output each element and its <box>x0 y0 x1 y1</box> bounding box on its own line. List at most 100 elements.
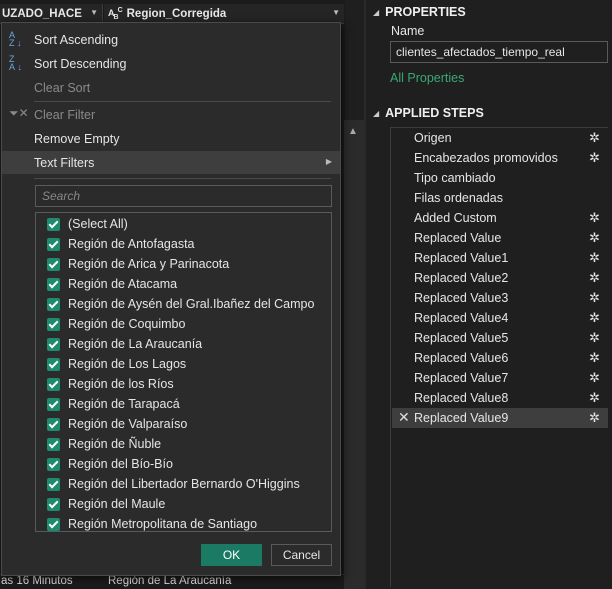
step-item-selected[interactable]: ✕ Replaced Value9 ✲ <box>392 408 608 428</box>
list-item-label: Región de Los Lagos <box>68 357 187 371</box>
gear-icon[interactable]: ✲ <box>589 350 600 366</box>
step-item[interactable]: Replaced Value7 ✲ <box>392 368 608 388</box>
step-item[interactable]: Origen ✲ <box>392 128 608 148</box>
checkbox[interactable] <box>47 297 60 311</box>
column-filter-menu: AZ ↓ Sort Ascending ZA ↓ Sort Descending… <box>1 22 341 576</box>
gear-icon[interactable]: ✲ <box>589 270 600 286</box>
gear-icon[interactable]: ✲ <box>589 330 600 346</box>
checkbox[interactable] <box>47 377 60 391</box>
step-item[interactable]: Replaced Value5 ✲ <box>392 328 608 348</box>
list-item[interactable]: Región del Libertador Bernardo O'Higgins <box>36 474 331 494</box>
step-label: Replaced Value2 <box>414 271 509 285</box>
collapse-icon[interactable]: ◢ <box>373 109 379 118</box>
clear-filter-item[interactable]: ⏷✕ Clear Filter <box>2 103 340 126</box>
ok-button[interactable]: OK <box>201 544 262 566</box>
gear-icon[interactable]: ✲ <box>589 370 600 386</box>
list-item-label: Región de los Ríos <box>68 377 174 391</box>
list-item-label: Región de Tarapacá <box>68 397 180 411</box>
list-item[interactable]: Región de Coquimbo <box>36 314 331 334</box>
filter-value-list[interactable]: (Select All) Región de Antofagasta Regió… <box>35 212 332 532</box>
checkbox[interactable] <box>47 277 60 291</box>
all-properties-link[interactable]: All Properties <box>390 71 464 85</box>
collapse-icon[interactable]: ◢ <box>373 8 379 17</box>
checkbox[interactable] <box>47 337 60 351</box>
step-label: Origen <box>414 131 452 145</box>
list-item[interactable]: Región de Antofagasta <box>36 234 331 254</box>
step-item[interactable]: Replaced Value8 ✲ <box>392 388 608 408</box>
step-item[interactable]: Added Custom ✲ <box>392 208 608 228</box>
checkbox[interactable] <box>47 457 60 471</box>
checkbox[interactable] <box>47 217 60 231</box>
step-item[interactable]: Replaced Value ✲ <box>392 228 608 248</box>
column-filter-dropdown-icon[interactable]: ▼ <box>90 8 98 17</box>
list-item[interactable]: Región del Bío-Bío <box>36 454 331 474</box>
clear-sort-item[interactable]: Clear Sort <box>2 76 340 99</box>
step-item[interactable]: Encabezados promovidos ✲ <box>392 148 608 168</box>
list-item-label: Región del Libertador Bernardo O'Higgins <box>68 477 300 491</box>
checkbox[interactable] <box>47 317 60 331</box>
list-item[interactable]: Región de Arica y Parinacota <box>36 254 331 274</box>
list-item[interactable]: Región de Valparaíso <box>36 414 331 434</box>
gear-icon[interactable]: ✲ <box>589 210 600 226</box>
list-item[interactable]: Región de los Ríos <box>36 374 331 394</box>
text-type-icon[interactable]: ABC <box>108 6 123 22</box>
step-label: Replaced Value1 <box>414 251 509 265</box>
menu-divider <box>34 178 331 179</box>
scroll-up-icon[interactable]: ▲ <box>348 126 358 137</box>
column-filter-dropdown-icon[interactable]: ▼ <box>332 8 340 17</box>
gear-icon[interactable]: ✲ <box>589 410 600 426</box>
checkbox[interactable] <box>47 437 60 451</box>
submenu-arrow-icon: ▶ <box>325 157 332 166</box>
checkbox[interactable] <box>47 357 60 371</box>
search-input[interactable]: Search <box>35 185 332 207</box>
checkbox[interactable] <box>47 397 60 411</box>
list-item[interactable]: Región Metropolitana de Santiago <box>36 514 331 531</box>
sort-descending-item[interactable]: ZA ↓ Sort Descending <box>2 52 340 75</box>
menu-item-label: Text Filters <box>34 155 95 170</box>
step-item[interactable]: Tipo cambiado <box>392 168 608 188</box>
applied-steps-section-header[interactable]: ◢ APPLIED STEPS <box>373 106 484 120</box>
list-item[interactable]: (Select All) <box>36 214 331 234</box>
list-item[interactable]: Región de Ñuble <box>36 434 331 454</box>
step-item[interactable]: Filas ordenadas <box>392 188 608 208</box>
section-title: PROPERTIES <box>385 5 466 19</box>
gear-icon[interactable]: ✲ <box>589 390 600 406</box>
step-item[interactable]: Replaced Value6 ✲ <box>392 348 608 368</box>
properties-section-header[interactable]: ◢ PROPERTIES <box>373 5 466 19</box>
checkbox[interactable] <box>47 417 60 431</box>
step-label: Replaced Value6 <box>414 351 509 365</box>
list-item-label: Región del Maule <box>68 497 166 511</box>
column-header-uzado-hace[interactable]: UZADO_HACE ▼ <box>0 4 103 24</box>
step-item[interactable]: Replaced Value2 ✲ <box>392 268 608 288</box>
cancel-button[interactable]: Cancel <box>271 544 332 566</box>
vertical-scrollbar[interactable] <box>344 120 364 589</box>
gear-icon[interactable]: ✲ <box>589 250 600 266</box>
checkbox[interactable] <box>47 257 60 271</box>
text-filters-item[interactable]: Text Filters ▶ <box>2 151 340 174</box>
list-item[interactable]: Región de Los Lagos <box>36 354 331 374</box>
gear-icon[interactable]: ✲ <box>589 130 600 146</box>
gear-icon[interactable]: ✲ <box>589 310 600 326</box>
list-item[interactable]: Región del Maule <box>36 494 331 514</box>
gear-icon[interactable]: ✲ <box>589 230 600 246</box>
sort-descending-icon: ZA ↓ <box>9 54 23 72</box>
gear-icon[interactable]: ✲ <box>589 290 600 306</box>
checkbox[interactable] <box>47 477 60 491</box>
step-item[interactable]: Replaced Value4 ✲ <box>392 308 608 328</box>
remove-empty-item[interactable]: Remove Empty <box>2 127 340 150</box>
delete-step-icon[interactable]: ✕ <box>398 409 410 426</box>
checkbox[interactable] <box>47 237 60 251</box>
list-item[interactable]: Región de La Araucanía <box>36 334 331 354</box>
list-item-label: Región de Valparaíso <box>68 417 188 431</box>
sort-ascending-item[interactable]: AZ ↓ Sort Ascending <box>2 28 340 51</box>
step-item[interactable]: Replaced Value1 ✲ <box>392 248 608 268</box>
gear-icon[interactable]: ✲ <box>589 150 600 166</box>
checkbox[interactable] <box>47 497 60 511</box>
checkbox[interactable] <box>47 517 60 531</box>
column-header-region-corregida[interactable]: ABC Region_Corregida ▼ <box>104 4 344 24</box>
list-item[interactable]: Región de Aysén del Gral.Ibañez del Camp… <box>36 294 331 314</box>
query-name-field[interactable]: clientes_afectados_tiempo_real <box>390 41 608 63</box>
list-item[interactable]: Región de Atacama <box>36 274 331 294</box>
step-item[interactable]: Replaced Value3 ✲ <box>392 288 608 308</box>
list-item[interactable]: Región de Tarapacá <box>36 394 331 414</box>
